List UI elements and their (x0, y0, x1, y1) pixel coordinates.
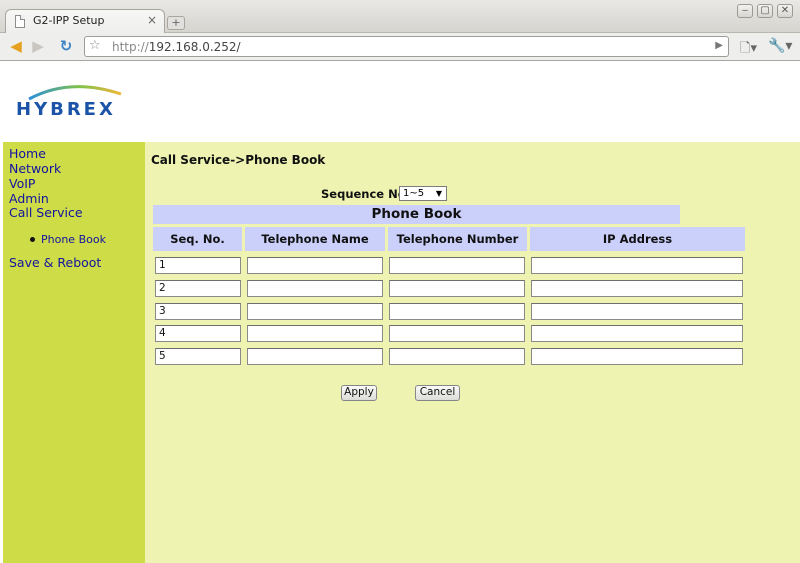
seq-field[interactable]: 4 (155, 325, 241, 342)
browser-tab[interactable]: G2-IPP Setup × (5, 9, 165, 33)
svg-text:HYBREX: HYBREX (16, 99, 116, 119)
page-header: HYBREX (0, 61, 800, 142)
sidebar-item-call-service[interactable]: Call Service (9, 205, 83, 220)
hybrex-logo: HYBREX (16, 85, 122, 119)
sidebar-item-home[interactable]: Home (9, 146, 46, 161)
page-icon (15, 15, 25, 28)
seq-field[interactable]: 5 (155, 348, 241, 365)
sequence-value: 1~5 (403, 188, 425, 199)
apply-button[interactable]: Apply (341, 385, 377, 401)
telephone-name-field[interactable] (247, 280, 383, 297)
back-arrow-icon[interactable]: ◀ (7, 37, 25, 55)
sidebar-item-voip[interactable]: VoIP (9, 176, 35, 191)
seq-field[interactable]: 3 (155, 303, 241, 320)
telephone-number-field[interactable] (389, 348, 525, 365)
browser-titlebar: G2-IPP Setup × + ‒ ▢ ✕ (0, 0, 800, 33)
tab-title: G2-IPP Setup (33, 14, 105, 27)
telephone-name-field[interactable] (247, 257, 383, 274)
ip-address-field[interactable] (531, 348, 743, 365)
seq-field[interactable]: 2 (155, 280, 241, 297)
wrench-menu-icon[interactable]: 🔧▾ (768, 38, 792, 54)
column-header-seq: Seq. No. (153, 227, 242, 251)
phone-book-title: Phone Book (153, 205, 680, 224)
telephone-name-field[interactable] (247, 348, 383, 365)
browser-toolbar: ◀ ▶ ↻ ☆ http://192.168.0.252/ ▶ 🗋▾ 🔧▾ (0, 33, 800, 61)
page-viewport: HYBREX Home Network VoIP Admin Call Serv… (0, 61, 800, 563)
ip-address-field[interactable] (531, 303, 743, 320)
telephone-name-field[interactable] (247, 325, 383, 342)
ip-address-field[interactable] (531, 325, 743, 342)
telephone-number-field[interactable] (389, 325, 525, 342)
telephone-number-field[interactable] (389, 257, 525, 274)
minimize-button[interactable]: ‒ (737, 4, 753, 18)
close-window-button[interactable]: ✕ (777, 4, 793, 18)
sidebar-item-network[interactable]: Network (9, 161, 61, 176)
telephone-number-field[interactable] (389, 280, 525, 297)
column-header-number: Telephone Number (388, 227, 527, 251)
sidebar-item-phone-book[interactable]: Phone Book (41, 233, 106, 246)
url-text[interactable]: http://192.168.0.252/ (112, 40, 241, 54)
sidebar: Home Network VoIP Admin Call Service Pho… (3, 142, 145, 563)
page-menu-icon[interactable]: 🗋▾ (740, 39, 757, 61)
telephone-number-field[interactable] (389, 303, 525, 320)
ip-address-field[interactable] (531, 257, 743, 274)
new-tab-button[interactable]: + (167, 16, 185, 30)
bullet-icon (30, 237, 35, 242)
forward-arrow-icon[interactable]: ▶ (29, 37, 47, 55)
ip-address-field[interactable] (531, 280, 743, 297)
telephone-name-field[interactable] (247, 303, 383, 320)
sequence-select[interactable]: 1~5 ▼ (399, 186, 447, 201)
close-tab-icon[interactable]: × (147, 13, 157, 27)
bookmark-star-icon[interactable]: ☆ (89, 38, 101, 53)
cancel-button[interactable]: Cancel (415, 385, 460, 401)
reload-icon[interactable]: ↻ (57, 37, 75, 55)
address-bar[interactable]: ☆ http://192.168.0.252/ ▶ (84, 36, 729, 57)
sequence-label: Sequence No. (321, 187, 411, 201)
column-header-name: Telephone Name (245, 227, 385, 251)
seq-field[interactable]: 1 (155, 257, 241, 274)
sidebar-item-admin[interactable]: Admin (9, 191, 49, 206)
column-header-ip: IP Address (530, 227, 745, 251)
main-content: Call Service->Phone Book Sequence No. 1~… (145, 142, 800, 563)
url-host: 192.168.0.252/ (148, 40, 241, 54)
page-title: Call Service->Phone Book (151, 153, 326, 167)
go-icon[interactable]: ▶ (715, 40, 723, 51)
sidebar-item-save-reboot[interactable]: Save & Reboot (9, 255, 101, 270)
maximize-button[interactable]: ▢ (757, 4, 773, 18)
url-protocol: http:// (112, 40, 149, 54)
dropdown-arrow-icon: ▼ (435, 189, 442, 198)
